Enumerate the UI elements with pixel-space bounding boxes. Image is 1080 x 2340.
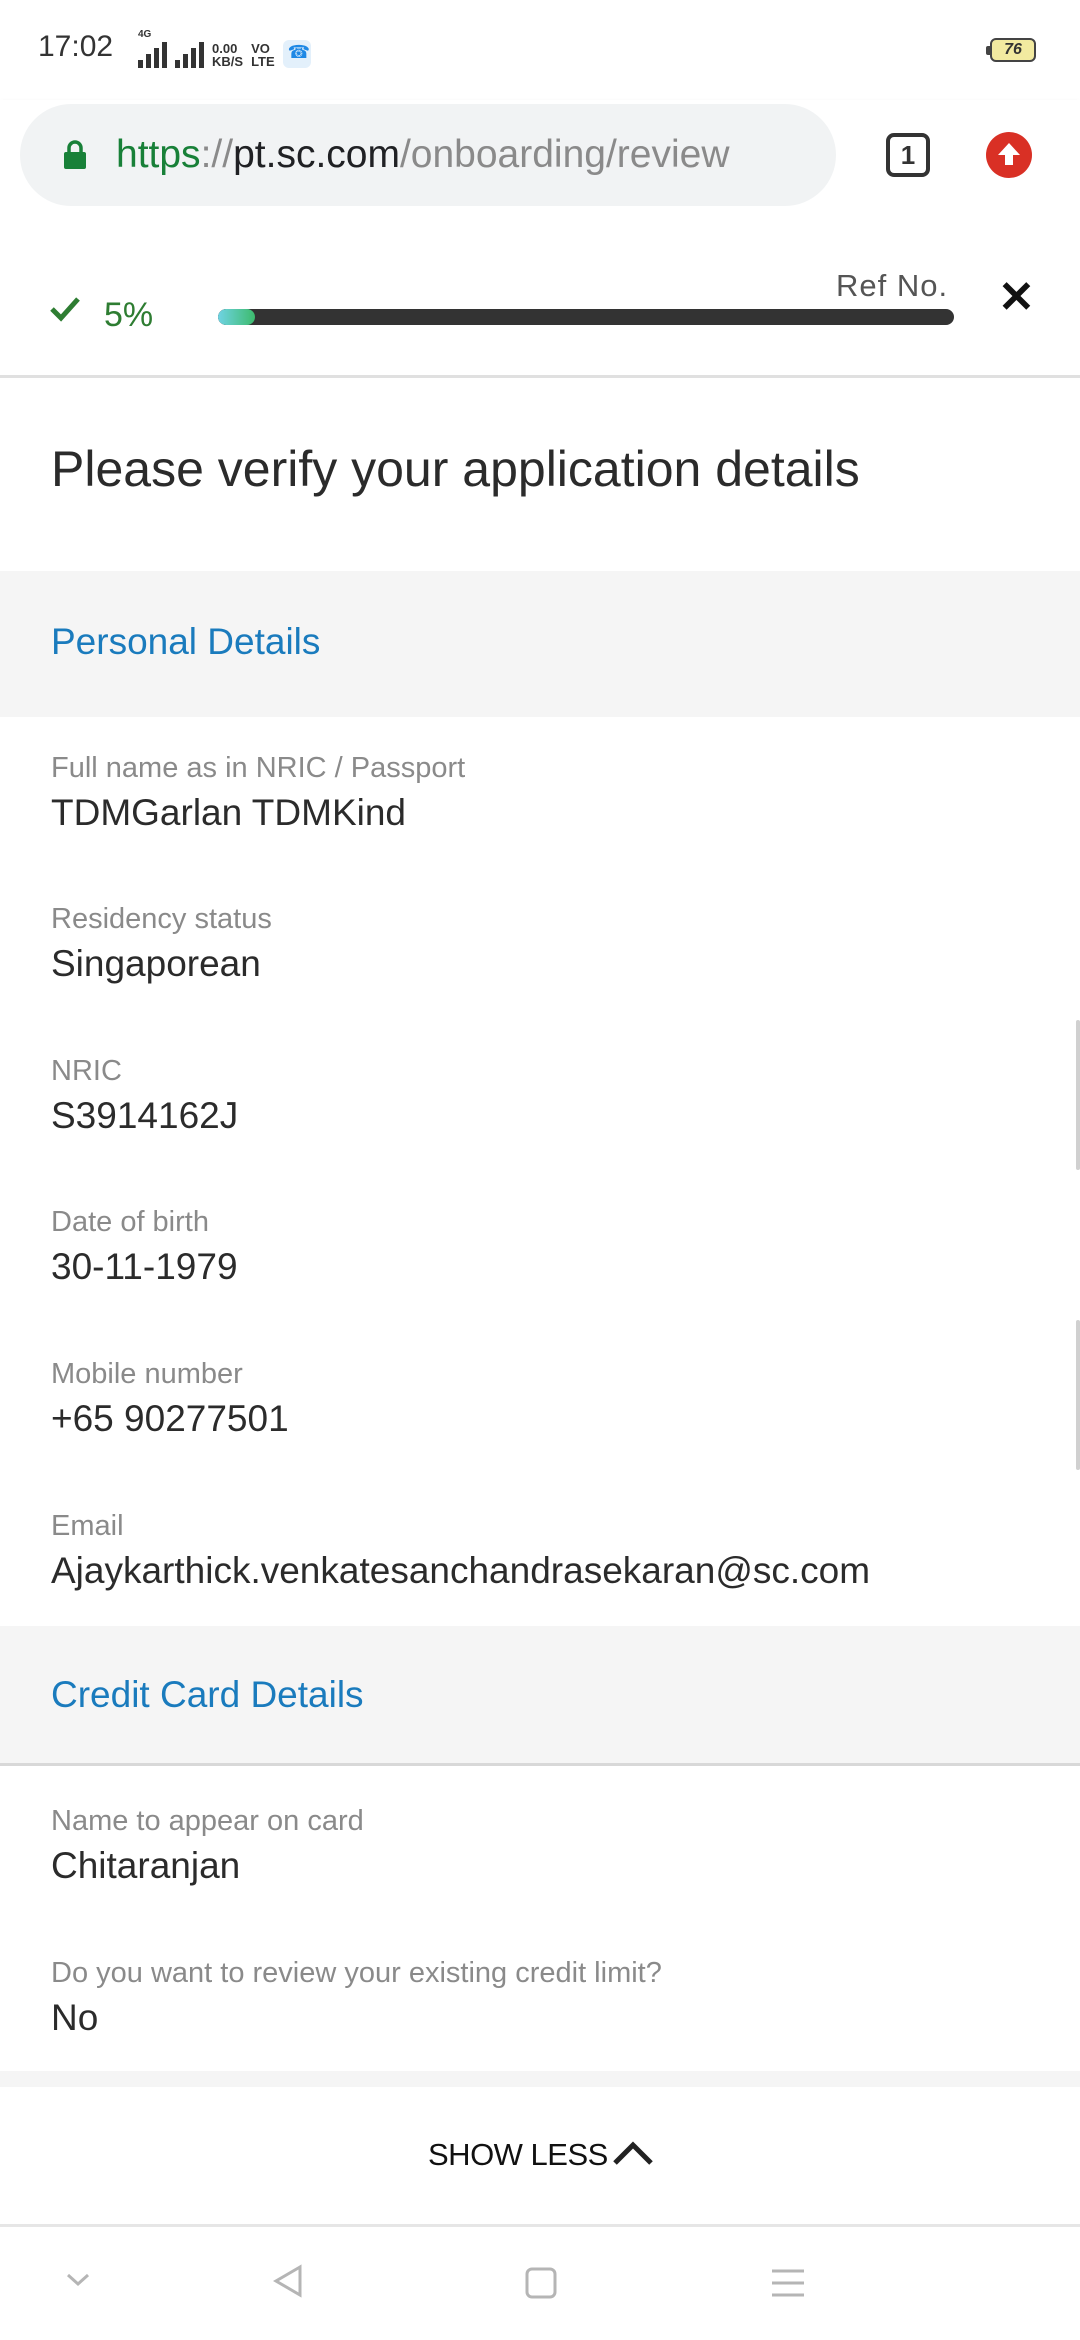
field-label: Full name as in NRIC / Passport xyxy=(51,752,466,784)
field-label: Mobile number xyxy=(51,1358,243,1390)
personal-details-header: Personal Details xyxy=(0,571,1080,717)
status-time: 17:02 xyxy=(38,30,114,63)
field-label: Name to appear on card xyxy=(51,1805,364,1837)
field-value: TDMGarlan TDMKind xyxy=(51,792,407,833)
nav-down-icon[interactable] xyxy=(64,2271,92,2289)
field-full-name: Full name as in NRIC / Passport TDMGarla… xyxy=(51,752,1051,834)
url-separator: :// xyxy=(200,133,234,176)
url-path: /onboarding/review xyxy=(399,133,730,176)
field-value: Ajaykarthick.venkatesanchandrasekaran@sc… xyxy=(51,1550,871,1591)
lock-icon xyxy=(64,140,86,169)
field-value: Chitaranjan xyxy=(51,1845,241,1886)
field-nric: NRIC S3914162J xyxy=(51,1055,1051,1137)
nav-menu-icon[interactable] xyxy=(770,2267,806,2299)
field-date-of-birth: Date of birth 30-11-1979 xyxy=(51,1206,1051,1288)
nav-home-icon[interactable] xyxy=(524,2266,558,2300)
url-scheme: https xyxy=(116,133,201,176)
section-separator xyxy=(0,2071,1080,2087)
check-icon xyxy=(50,297,80,322)
field-label: Residency status xyxy=(51,903,272,935)
status-icons: 4G 0.00 KB/S VO LTE xyxy=(138,30,311,69)
nav-back-icon[interactable] xyxy=(270,2263,306,2299)
field-mobile-number: Mobile number +65 90277501 xyxy=(51,1358,1051,1440)
volte-bottom-label: LTE xyxy=(251,54,275,69)
field-email: Email Ajaykarthick.venkatesanchandraseka… xyxy=(51,1510,1051,1592)
field-value: No xyxy=(51,1997,99,2038)
field-value: S3914162J xyxy=(51,1095,239,1136)
browser-toolbar: https://pt.sc.com/onboarding/review 1 xyxy=(0,100,1080,228)
show-less-button[interactable]: SHOW LESS xyxy=(0,2087,1080,2227)
section-title: Credit Card Details xyxy=(51,1674,364,1715)
close-icon[interactable]: ✕ xyxy=(998,276,1035,320)
field-review-credit-limit: Do you want to review your existing cred… xyxy=(51,1957,1051,2039)
upload-arrow-icon xyxy=(998,143,1020,165)
progress-bar xyxy=(218,309,954,325)
upload-icon[interactable] xyxy=(986,132,1032,178)
field-residency-status: Residency status Singaporean xyxy=(51,903,1051,985)
field-label: Do you want to review your existing cred… xyxy=(51,1957,662,1989)
field-label: NRIC xyxy=(51,1055,122,1087)
call-icon xyxy=(282,40,311,68)
network-type-label: 4G xyxy=(138,29,152,40)
field-name-on-card: Name to appear on card Chitaranjan xyxy=(51,1805,1051,1887)
signal-icon-2 xyxy=(175,40,204,68)
section-title: Personal Details xyxy=(51,621,321,662)
tab-switcher-icon[interactable]: 1 xyxy=(886,133,930,177)
field-value: 30-11-1979 xyxy=(51,1246,238,1287)
system-nav-bar xyxy=(0,2227,1080,2340)
data-speed-unit: KB/S xyxy=(212,54,244,69)
progress-bar-fill xyxy=(218,309,255,325)
scrollbar[interactable] xyxy=(1076,1020,1080,1170)
field-label: Email xyxy=(51,1510,124,1542)
url-host: pt.sc.com xyxy=(233,133,400,176)
field-value: +65 90277501 xyxy=(51,1398,289,1439)
show-less-label: SHOW LESS xyxy=(428,2137,608,2172)
battery-icon: 76 xyxy=(986,38,1036,62)
scrollbar-2[interactable] xyxy=(1076,1320,1080,1470)
ref-number-label: Ref No. xyxy=(836,268,949,303)
progress-header: 5% Ref No. ✕ xyxy=(0,228,1080,378)
credit-card-details-header: Credit Card Details xyxy=(0,1626,1080,1766)
page-title: Please verify your application details xyxy=(51,441,860,497)
signal-icon xyxy=(138,40,167,68)
url-text[interactable]: https://pt.sc.com/onboarding/review xyxy=(116,133,730,177)
progress-percent: 5% xyxy=(104,296,154,334)
field-value: Singaporean xyxy=(51,943,261,984)
status-bar: 17:02 4G 0.00 KB/S VO LTE 76 xyxy=(0,0,1080,100)
address-bar[interactable]: https://pt.sc.com/onboarding/review xyxy=(20,104,836,206)
field-label: Date of birth xyxy=(51,1206,209,1238)
chevron-up-icon xyxy=(613,2141,653,2165)
